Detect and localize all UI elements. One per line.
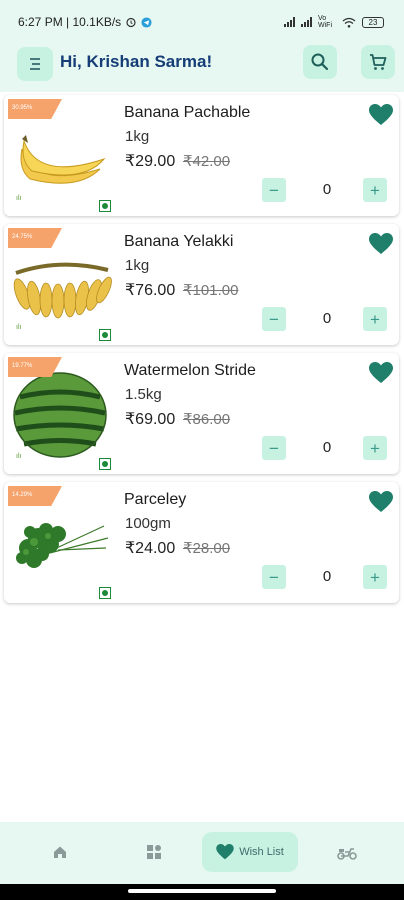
product-quantity: 100gm bbox=[125, 515, 171, 532]
nav-wish-list[interactable]: Wish List bbox=[202, 832, 298, 872]
product-image: 19.77% ılı bbox=[8, 357, 112, 471]
home-icon bbox=[54, 846, 66, 858]
search-icon bbox=[311, 53, 329, 71]
product-mrp: ₹86.00 bbox=[183, 411, 231, 428]
product-name: Parceley bbox=[124, 491, 187, 508]
heart-icon bbox=[216, 844, 234, 860]
product-price: ₹24.00 bbox=[125, 540, 176, 557]
greeting-title: Hi, Krishan Sarma! bbox=[60, 52, 213, 71]
product-name: Watermelon Stride bbox=[124, 362, 256, 379]
wifi-icon bbox=[342, 17, 356, 28]
status-right: Vo WiFi 23 bbox=[284, 15, 384, 29]
nav-orders[interactable] bbox=[329, 832, 365, 872]
bottom-nav: Wish List bbox=[0, 822, 404, 884]
menu-button[interactable] bbox=[17, 47, 53, 81]
product-name: Banana Yelakki bbox=[124, 233, 234, 250]
product-mrp: ₹28.00 bbox=[183, 540, 231, 557]
product-image: 30.95% ılı bbox=[8, 99, 112, 213]
alarm-icon bbox=[126, 17, 136, 28]
product-card[interactable]: 19.77% ılı Watermelon Stride 1.5kg ₹69.0… bbox=[4, 353, 399, 474]
product-quantity: 1.5kg bbox=[125, 386, 162, 403]
veg-mark-icon bbox=[99, 458, 111, 470]
telegram-icon bbox=[141, 16, 152, 28]
increase-quantity-button[interactable]: + bbox=[363, 307, 387, 331]
heart-icon[interactable] bbox=[369, 233, 393, 255]
decrease-quantity-button[interactable]: − bbox=[262, 565, 286, 589]
categories-icon bbox=[147, 845, 161, 859]
nav-wish-label: Wish List bbox=[239, 846, 284, 858]
menu-icon bbox=[30, 58, 40, 70]
product-price: ₹76.00 bbox=[125, 282, 176, 299]
product-quantity: 1kg bbox=[125, 128, 150, 145]
product-card[interactable]: 30.95% ılı Banana Pachable 1kg ₹29.00 ₹4… bbox=[4, 95, 399, 216]
product-quantity: 1kg bbox=[125, 257, 150, 274]
signal-icon bbox=[284, 17, 295, 27]
veg-mark-icon bbox=[99, 200, 111, 212]
status-left: 6:27 PM | 10.1KB/s bbox=[18, 15, 152, 29]
quantity-count: 0 bbox=[322, 181, 332, 198]
product-price: ₹69.00 bbox=[125, 411, 176, 428]
decrease-quantity-button[interactable]: − bbox=[262, 436, 286, 460]
decrease-quantity-button[interactable]: − bbox=[262, 307, 286, 331]
brand-mark: ılı bbox=[16, 195, 22, 202]
product-card[interactable]: 24.75% ılı Banana Yelakki 1kg ₹76.00 ₹10… bbox=[4, 224, 399, 345]
heart-icon[interactable] bbox=[369, 491, 393, 513]
product-image: 14.29% bbox=[8, 486, 112, 600]
scooter-icon bbox=[337, 848, 357, 860]
quantity-count: 0 bbox=[322, 568, 332, 585]
brand-mark: ılı bbox=[16, 324, 22, 331]
search-button[interactable] bbox=[303, 45, 337, 79]
cart-button[interactable] bbox=[361, 45, 395, 79]
decrease-quantity-button[interactable]: − bbox=[262, 178, 286, 202]
home-gesture-handle[interactable] bbox=[128, 889, 276, 893]
quantity-count: 0 bbox=[322, 310, 332, 327]
product-price: ₹29.00 bbox=[125, 153, 176, 170]
product-card[interactable]: 14.29% Parceley 100gm ₹24.00 ₹28.00 − 0 … bbox=[4, 482, 399, 603]
status-bar: 6:27 PM | 10.1KB/s Vo WiFi 23 bbox=[0, 0, 404, 44]
nav-categories[interactable] bbox=[136, 832, 172, 872]
status-time: 6:27 PM | 10.1KB/s bbox=[18, 15, 122, 29]
battery-icon: 23 bbox=[362, 16, 384, 28]
nav-home[interactable] bbox=[42, 832, 78, 872]
heart-icon[interactable] bbox=[369, 362, 393, 384]
quantity-count: 0 bbox=[322, 439, 332, 456]
product-name: Banana Pachable bbox=[124, 104, 251, 121]
veg-mark-icon bbox=[99, 329, 111, 341]
veg-mark-icon bbox=[99, 587, 111, 599]
cart-icon bbox=[370, 54, 387, 70]
vowifi-label: Vo WiFi bbox=[318, 15, 332, 29]
product-image: 24.75% ılı bbox=[8, 228, 112, 342]
product-mrp: ₹42.00 bbox=[183, 153, 231, 170]
heart-icon[interactable] bbox=[369, 104, 393, 126]
brand-mark: ılı bbox=[16, 453, 22, 460]
increase-quantity-button[interactable]: + bbox=[363, 178, 387, 202]
signal-icon-2 bbox=[301, 17, 312, 27]
increase-quantity-button[interactable]: + bbox=[363, 565, 387, 589]
app-header: Hi, Krishan Sarma! bbox=[0, 44, 404, 92]
increase-quantity-button[interactable]: + bbox=[363, 436, 387, 460]
product-mrp: ₹101.00 bbox=[183, 282, 239, 299]
